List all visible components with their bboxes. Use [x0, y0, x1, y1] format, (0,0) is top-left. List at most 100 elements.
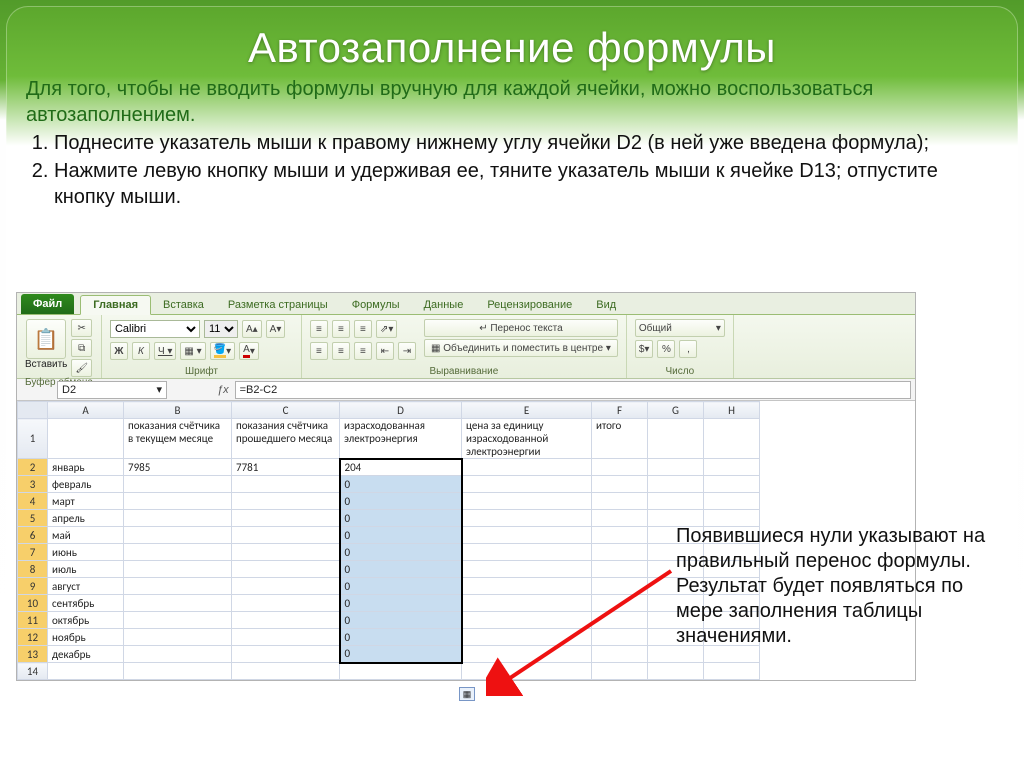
cell-C1[interactable]: показания счётчика прошедшего месяца [232, 419, 340, 459]
row-header-7[interactable]: 7 [18, 544, 48, 561]
cell-F9[interactable] [592, 578, 648, 595]
cell-C9[interactable] [232, 578, 340, 595]
tab-insert[interactable]: Вставка [151, 296, 216, 314]
cell-H14[interactable] [704, 663, 760, 680]
cell-E9[interactable] [462, 578, 592, 595]
row-header-3[interactable]: 3 [18, 476, 48, 493]
col-header-B[interactable]: B [124, 402, 232, 419]
cell-D13[interactable]: 0 [340, 646, 462, 663]
cell-D2[interactable]: 204 [340, 459, 462, 476]
merge-center-button[interactable]: ▦ Объединить и поместить в центре ▾ [424, 339, 618, 357]
cell-D14[interactable] [340, 663, 462, 680]
cell-F2[interactable] [592, 459, 648, 476]
cell-B10[interactable] [124, 595, 232, 612]
cell-C14[interactable] [232, 663, 340, 680]
cell-A1[interactable] [48, 419, 124, 459]
cell-A8[interactable]: июль [48, 561, 124, 578]
row-header-1[interactable]: 1 [18, 419, 48, 459]
cell-C13[interactable] [232, 646, 340, 663]
decrease-indent-button[interactable]: ⇤ [376, 342, 394, 360]
number-format-select[interactable]: Общий▾ [635, 319, 725, 337]
cell-G2[interactable] [648, 459, 704, 476]
cell-D6[interactable]: 0 [340, 527, 462, 544]
cell-A10[interactable]: сентябрь [48, 595, 124, 612]
col-header-G[interactable]: G [648, 402, 704, 419]
row-header-5[interactable]: 5 [18, 510, 48, 527]
cell-B11[interactable] [124, 612, 232, 629]
align-center-button[interactable]: ≡ [332, 342, 350, 360]
tab-layout[interactable]: Разметка страницы [216, 296, 340, 314]
col-header-C[interactable]: C [232, 402, 340, 419]
align-top-button[interactable]: ≡ [310, 320, 328, 338]
cell-F3[interactable] [592, 476, 648, 493]
row-header-2[interactable]: 2 [18, 459, 48, 476]
cell-E11[interactable] [462, 612, 592, 629]
tab-review[interactable]: Рецензирование [475, 296, 584, 314]
cell-D3[interactable]: 0 [340, 476, 462, 493]
font-size-select[interactable]: 11 [204, 320, 238, 338]
cell-A4[interactable]: март [48, 493, 124, 510]
cell-B8[interactable] [124, 561, 232, 578]
row-header-8[interactable]: 8 [18, 561, 48, 578]
cell-G1[interactable] [648, 419, 704, 459]
percent-button[interactable]: % [657, 340, 675, 358]
increase-indent-button[interactable]: ⇥ [398, 342, 416, 360]
cell-F14[interactable] [592, 663, 648, 680]
row-header-12[interactable]: 12 [18, 629, 48, 646]
align-left-button[interactable]: ≡ [310, 342, 328, 360]
cell-C8[interactable] [232, 561, 340, 578]
cell-A13[interactable]: декабрь [48, 646, 124, 663]
shrink-font-button[interactable]: A▾ [266, 320, 286, 338]
cell-B13[interactable] [124, 646, 232, 663]
file-tab[interactable]: Файл [21, 294, 74, 314]
row-header-9[interactable]: 9 [18, 578, 48, 595]
align-bottom-button[interactable]: ≡ [354, 320, 372, 338]
cell-D10[interactable]: 0 [340, 595, 462, 612]
cut-button[interactable]: ✂ [71, 319, 92, 337]
cell-D5[interactable]: 0 [340, 510, 462, 527]
cell-E8[interactable] [462, 561, 592, 578]
cell-B9[interactable] [124, 578, 232, 595]
cell-A3[interactable]: февраль [48, 476, 124, 493]
name-box[interactable]: D2 ▾ [57, 381, 167, 399]
cell-A2[interactable]: январь [48, 459, 124, 476]
cell-A6[interactable]: май [48, 527, 124, 544]
cell-C6[interactable] [232, 527, 340, 544]
cell-B4[interactable] [124, 493, 232, 510]
cell-B14[interactable] [124, 663, 232, 680]
cell-E6[interactable] [462, 527, 592, 544]
cell-F10[interactable] [592, 595, 648, 612]
cell-A11[interactable]: октябрь [48, 612, 124, 629]
cell-D9[interactable]: 0 [340, 578, 462, 595]
paste-button[interactable]: 📋 [26, 319, 66, 359]
cell-C5[interactable] [232, 510, 340, 527]
cell-F12[interactable] [592, 629, 648, 646]
fill-color-button[interactable]: 🪣▾ [210, 342, 235, 360]
tab-home[interactable]: Главная [80, 295, 151, 315]
cell-A14[interactable] [48, 663, 124, 680]
cell-H3[interactable] [704, 476, 760, 493]
row-header-13[interactable]: 13 [18, 646, 48, 663]
cell-B3[interactable] [124, 476, 232, 493]
cell-F8[interactable] [592, 561, 648, 578]
cell-D4[interactable]: 0 [340, 493, 462, 510]
cell-G3[interactable] [648, 476, 704, 493]
font-color-button[interactable]: A▾ [239, 342, 259, 360]
cell-H4[interactable] [704, 493, 760, 510]
cell-F5[interactable] [592, 510, 648, 527]
cell-A7[interactable]: июнь [48, 544, 124, 561]
bold-button[interactable]: Ж [110, 342, 128, 360]
col-header-D[interactable]: D [340, 402, 462, 419]
cell-F11[interactable] [592, 612, 648, 629]
cell-E2[interactable] [462, 459, 592, 476]
row-header-14[interactable]: 14 [18, 663, 48, 680]
cell-E14[interactable] [462, 663, 592, 680]
cell-H1[interactable] [704, 419, 760, 459]
row-header-4[interactable]: 4 [18, 493, 48, 510]
cell-G4[interactable] [648, 493, 704, 510]
cell-B2[interactable]: 7985 [124, 459, 232, 476]
cell-C11[interactable] [232, 612, 340, 629]
cell-E5[interactable] [462, 510, 592, 527]
wrap-text-button[interactable]: ↵ Перенос текста [424, 319, 618, 337]
cell-C10[interactable] [232, 595, 340, 612]
